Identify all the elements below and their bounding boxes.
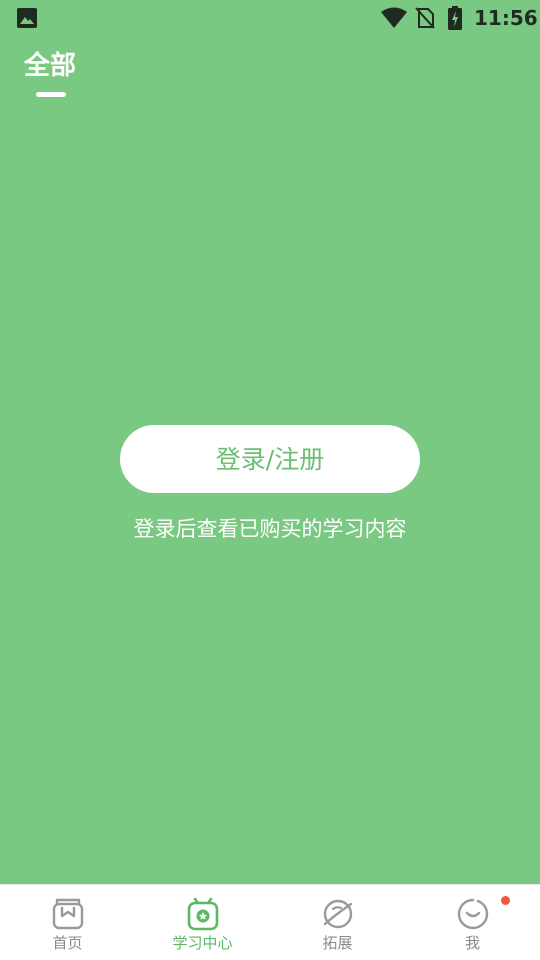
- wifi-icon: [381, 7, 407, 28]
- app-screen: 11:56 全部 登录/注册 登录后查看已购买的学习内容 首页 学习中心 拓展 …: [0, 0, 540, 960]
- notification-badge-dot: [501, 896, 510, 905]
- nav-item-explore[interactable]: 拓展: [270, 885, 405, 960]
- explore-icon: [323, 899, 352, 929]
- no-sim-icon: [415, 7, 435, 29]
- status-bar: 11:56: [0, 0, 540, 36]
- tab-active-indicator: [36, 92, 66, 97]
- tab-all[interactable]: 全部: [24, 48, 84, 97]
- bottom-nav: 首页 学习中心 拓展 我: [0, 884, 540, 960]
- home-icon: [52, 898, 83, 930]
- login-register-button[interactable]: 登录/注册: [120, 425, 420, 493]
- nav-item-learning-center[interactable]: 学习中心: [135, 885, 270, 960]
- nav-label-profile: 我: [464, 934, 480, 952]
- nav-item-profile[interactable]: 我: [405, 885, 540, 960]
- gallery-icon: [17, 8, 37, 28]
- nav-label-learning-center: 学习中心: [172, 934, 233, 952]
- battery-charging-icon: [448, 6, 462, 30]
- nav-item-home[interactable]: 首页: [0, 885, 135, 960]
- nav-label-home: 首页: [52, 934, 83, 952]
- profile-icon: [457, 898, 488, 930]
- login-hint-text: 登录后查看已购买的学习内容: [133, 517, 407, 541]
- tab-all-label: 全部: [24, 51, 77, 81]
- nav-label-explore: 拓展: [322, 934, 353, 952]
- status-clock: 11:56: [474, 6, 538, 30]
- learning-center-icon: [187, 897, 218, 931]
